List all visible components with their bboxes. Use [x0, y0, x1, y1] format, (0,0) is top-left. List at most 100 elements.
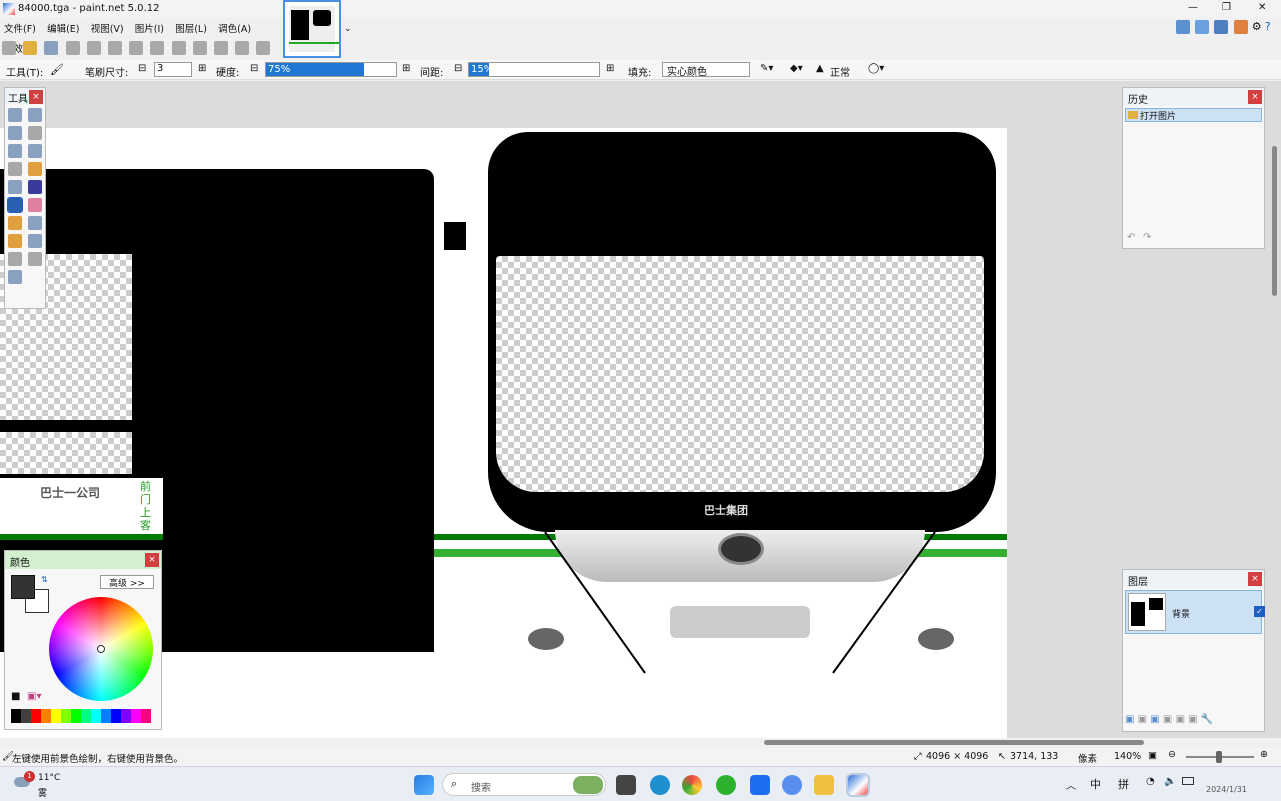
palette-swatch[interactable] [91, 709, 101, 723]
grid-icon[interactable] [235, 41, 250, 55]
layer-row[interactable]: 背景 ✓ [1125, 590, 1265, 634]
settings-icon[interactable]: ⚙ [1252, 20, 1262, 33]
restore-button[interactable]: ❐ [1222, 2, 1231, 13]
app-blue-icon[interactable] [750, 775, 770, 795]
gradient-icon[interactable] [28, 180, 42, 194]
pan-icon[interactable] [28, 162, 42, 176]
palette-swatch[interactable] [41, 709, 51, 723]
lasso-select-icon[interactable] [8, 126, 22, 140]
antialias-icon[interactable]: ✎▾ [760, 63, 773, 74]
palette-swatch[interactable] [71, 709, 81, 723]
help-icon[interactable]: ? [1265, 20, 1271, 33]
text-icon[interactable] [8, 252, 22, 266]
wechat-icon[interactable] [716, 775, 736, 795]
merge-layer-icon[interactable]: ▣ [1163, 714, 1172, 725]
color-picker-icon[interactable] [28, 216, 42, 230]
move-selected-icon[interactable] [28, 108, 42, 122]
paintbrush-tool-icon[interactable]: 🖌 [50, 63, 64, 76]
palette-swatch[interactable] [131, 709, 141, 723]
ruler-icon[interactable] [256, 41, 271, 55]
hardness-decrease-icon[interactable]: ⊟ [250, 63, 258, 74]
palette-swatch[interactable] [81, 709, 91, 723]
add-layer-icon[interactable]: ▣ [1125, 714, 1134, 725]
volume-icon[interactable]: 🔈 [1164, 776, 1176, 787]
eraser-icon[interactable] [28, 198, 42, 212]
spacing-slider[interactable]: 15% [468, 62, 600, 77]
palette-swatch[interactable] [31, 709, 41, 723]
palette-swatch[interactable] [111, 709, 121, 723]
selection-mode-icon[interactable]: ◯▾ [868, 63, 884, 74]
layer-visibility-checkbox[interactable]: ✓ [1254, 606, 1265, 617]
rectangle-select-icon[interactable] [8, 108, 22, 122]
zoom-in-icon[interactable]: ⊕ [1260, 749, 1268, 760]
new-icon[interactable] [2, 41, 16, 55]
palette-swatch[interactable] [61, 709, 71, 723]
battery-icon[interactable] [1182, 777, 1194, 785]
move-layer-up-icon[interactable]: ▣ [1176, 714, 1185, 725]
minimize-button[interactable]: — [1188, 2, 1198, 13]
ime-chinese[interactable]: 中 [1090, 776, 1101, 792]
brush-increase-icon[interactable]: ⊞ [198, 63, 206, 74]
palette-add-icon[interactable]: ■ [11, 691, 20, 702]
open-icon[interactable] [23, 41, 38, 55]
magic-wand-icon[interactable] [8, 162, 22, 176]
spacing-increase-icon[interactable]: ⊞ [606, 63, 614, 74]
tools-panel-close-button[interactable]: × [29, 90, 43, 104]
history-item[interactable]: 打开图片 [1125, 108, 1262, 122]
colors-toggle-icon[interactable] [1233, 20, 1248, 34]
tray-chevron-icon[interactable]: ︿ [1066, 777, 1076, 792]
cut-icon[interactable] [86, 41, 101, 55]
brush-decrease-icon[interactable]: ⊟ [138, 63, 146, 74]
blend-mode-select[interactable]: 正常 [830, 64, 850, 79]
ime-pinyin[interactable]: 拼 [1118, 776, 1129, 792]
pencil-icon[interactable] [8, 216, 22, 230]
ellipse-select-icon[interactable] [8, 144, 22, 158]
paintbrush-icon[interactable] [7, 197, 23, 213]
line-curve-icon[interactable] [28, 252, 42, 266]
hardness-slider[interactable]: 75% [265, 62, 397, 77]
deselect-icon[interactable] [171, 41, 186, 55]
print-icon[interactable] [65, 41, 80, 55]
zoom-fit-icon[interactable]: ▣ [1148, 750, 1157, 761]
edge-icon[interactable] [650, 775, 670, 795]
history-panel-close-button[interactable]: × [1248, 90, 1262, 104]
units-select[interactable]: 像素 [1078, 751, 1097, 765]
menu-adjustments[interactable]: 调色(A) [214, 18, 255, 38]
colors-panel-close-button[interactable]: × [145, 553, 159, 567]
clone-stamp-icon[interactable] [8, 234, 22, 248]
search-box[interactable]: ⌕ 搜索 [442, 773, 606, 796]
menu-image[interactable]: 图片(I) [131, 18, 168, 38]
start-icon[interactable] [414, 775, 434, 795]
move-layer-down-icon[interactable]: ▣ [1188, 714, 1197, 725]
clock-date[interactable]: 2024/1/31 [1206, 785, 1247, 794]
palette-swatch[interactable] [21, 709, 31, 723]
zoom-icon[interactable] [28, 144, 42, 158]
zoom-out-icon[interactable]: ⊖ [1168, 749, 1176, 760]
delete-layer-icon[interactable]: ▣ [1138, 714, 1147, 725]
file-explorer-icon[interactable] [814, 775, 834, 795]
close-button[interactable]: ✕ [1258, 2, 1266, 13]
swap-colors-icon[interactable]: ⇅ [41, 575, 48, 584]
palette-swatch[interactable] [51, 709, 61, 723]
spacing-decrease-icon[interactable]: ⊟ [454, 63, 462, 74]
menu-edit[interactable]: 编辑(E) [43, 18, 83, 38]
zoom-slider[interactable] [1186, 751, 1254, 763]
chrome-icon[interactable] [682, 775, 702, 795]
crop-icon[interactable] [150, 41, 165, 55]
palette-swatch[interactable] [101, 709, 111, 723]
layers-toggle-icon[interactable] [1214, 20, 1229, 34]
move-selection-icon[interactable] [28, 126, 42, 140]
redo-icon[interactable] [213, 41, 228, 55]
task-view-icon[interactable] [616, 775, 636, 795]
zoom-level[interactable]: 140% [1114, 751, 1141, 762]
advanced-button[interactable]: 高级 >> [100, 575, 154, 589]
palette-swatch[interactable] [121, 709, 131, 723]
menu-file[interactable]: 文件(F) [0, 18, 40, 38]
paintnet-taskbar-icon[interactable] [846, 773, 870, 797]
horizontal-scrollbar[interactable] [764, 740, 1144, 745]
cloud-app-icon[interactable] [782, 775, 802, 795]
history-redo-icon[interactable]: ↷ [1143, 232, 1151, 243]
palette-swatch[interactable] [11, 709, 21, 723]
menu-view[interactable]: 视图(V) [87, 18, 128, 38]
palette-menu-icon[interactable]: ▣▾ [27, 691, 41, 702]
